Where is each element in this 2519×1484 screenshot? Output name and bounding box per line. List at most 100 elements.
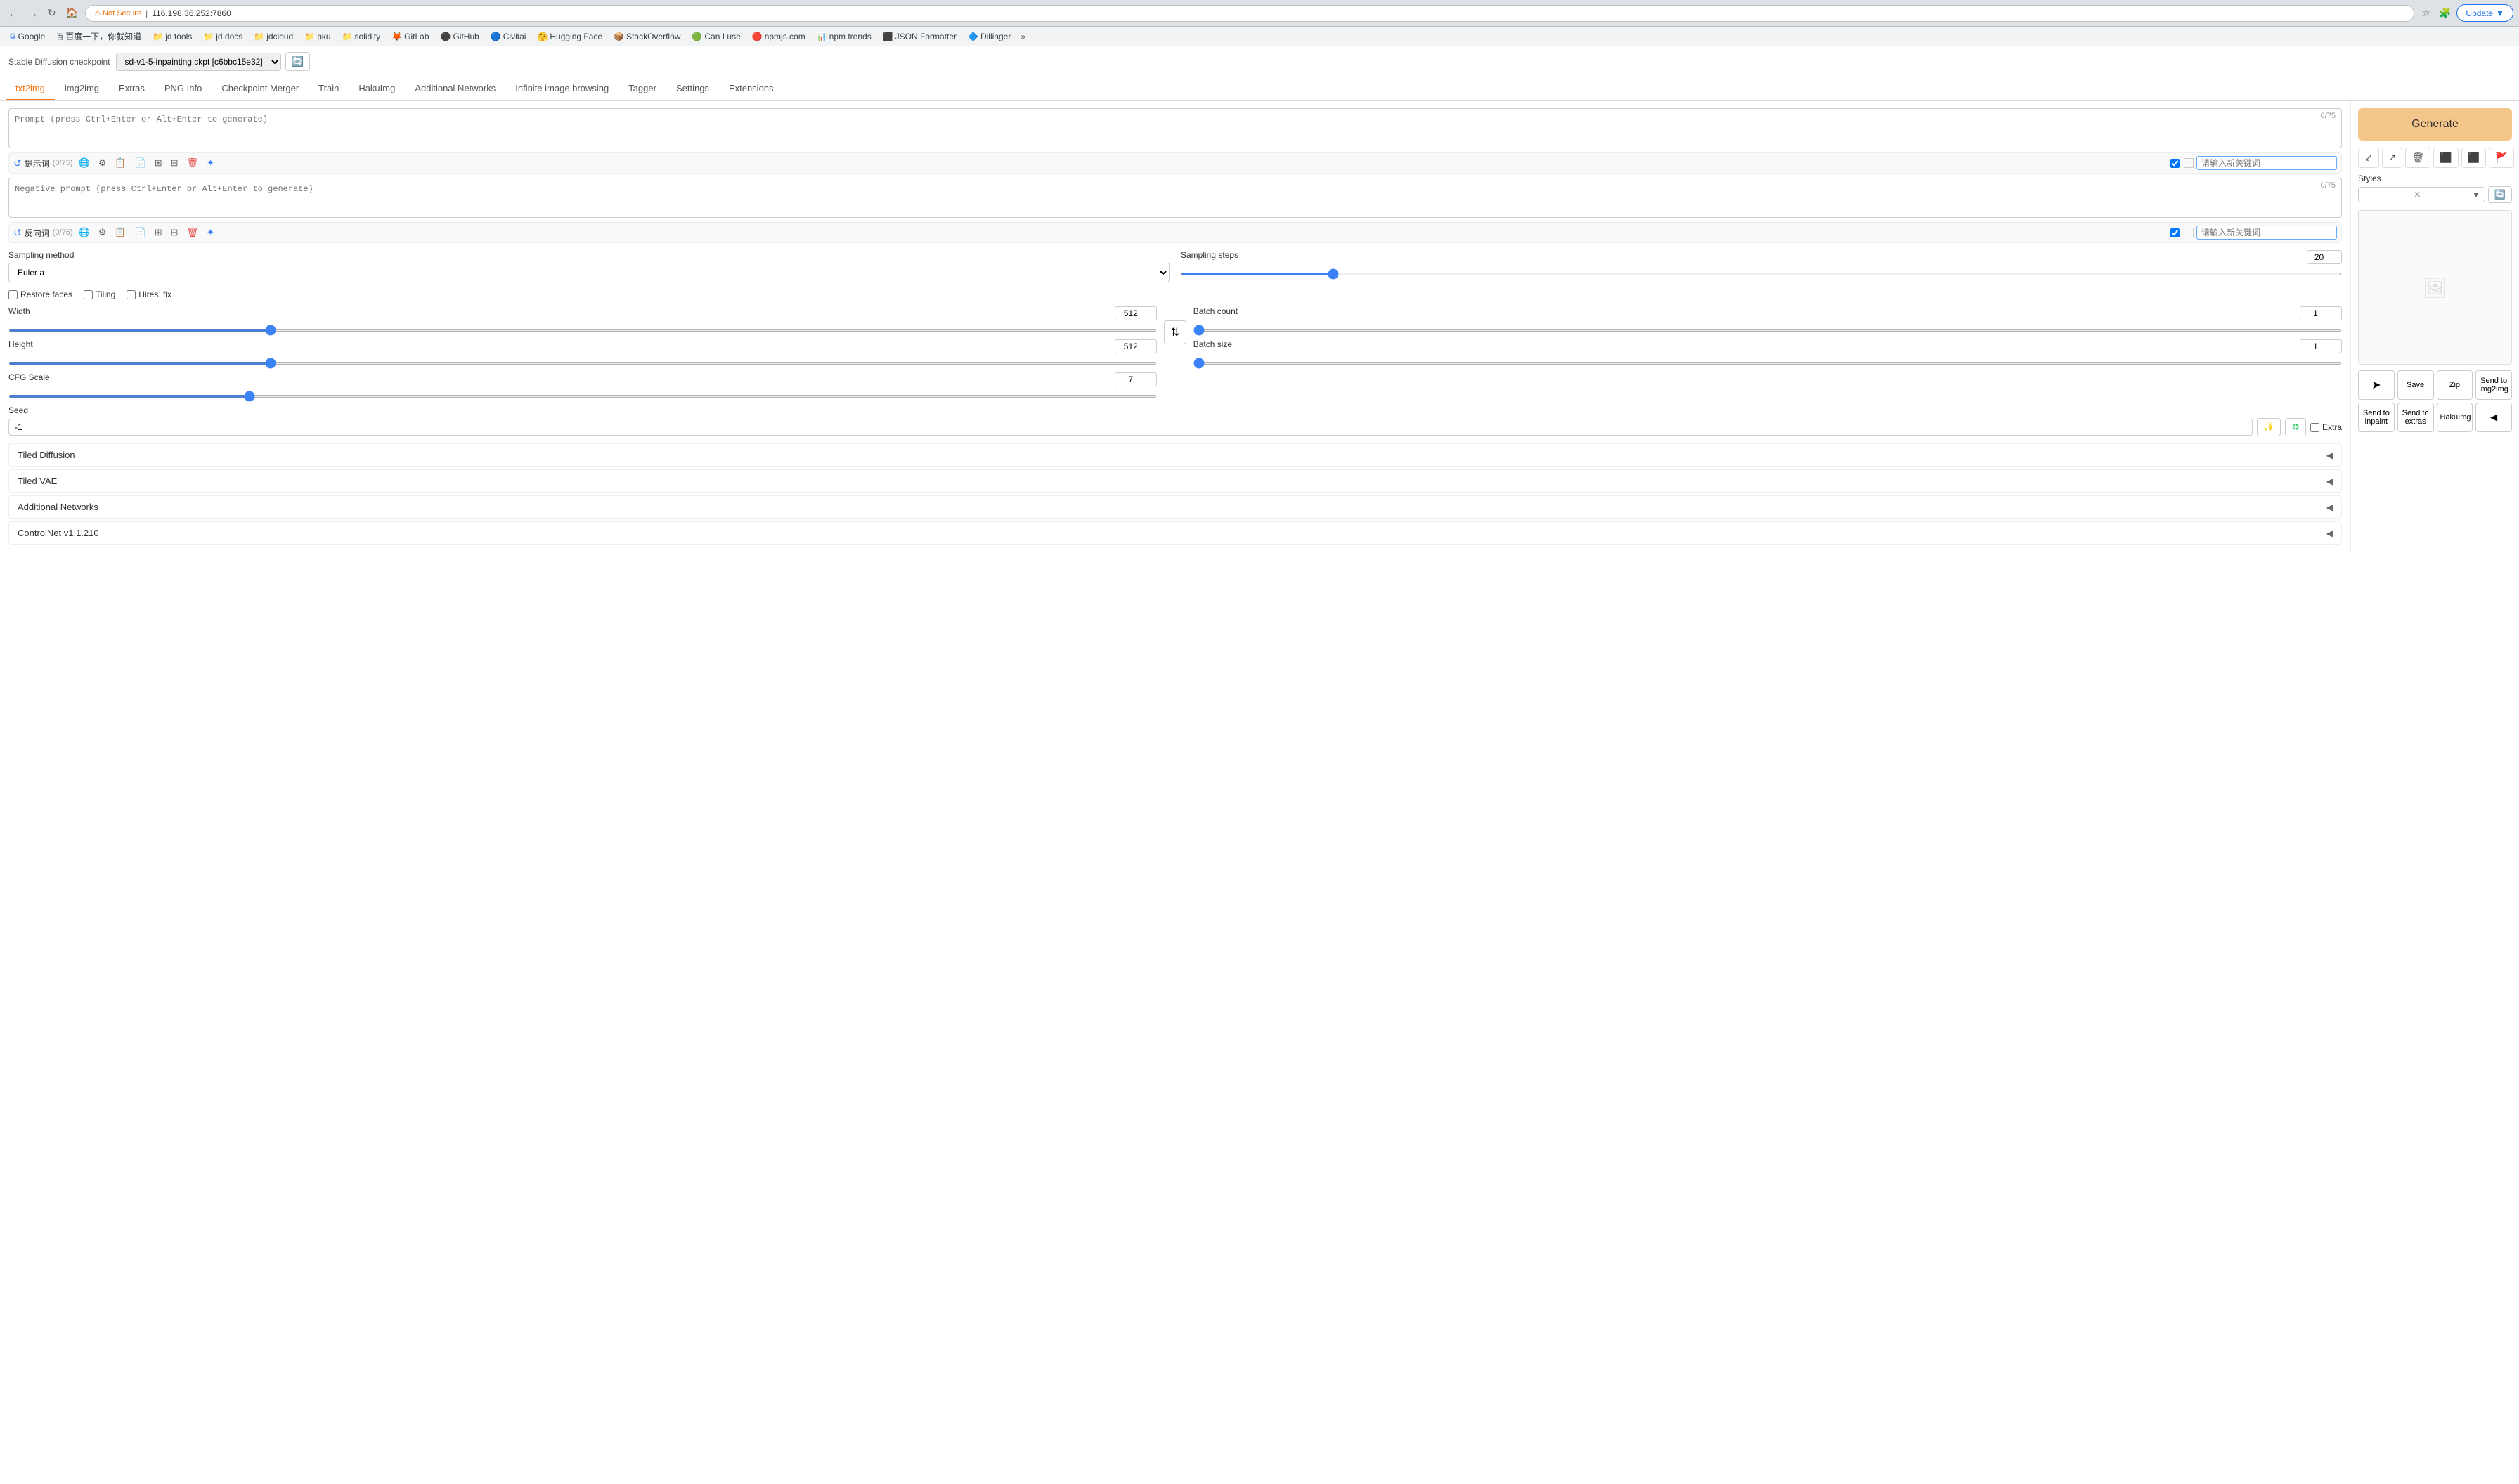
prompt-globe-btn[interactable]: 🌐: [76, 156, 93, 170]
negative-star-btn[interactable]: ✦: [204, 226, 217, 240]
sampling-method-select[interactable]: Euler a Euler LMS Heun DPM2: [8, 263, 1170, 282]
tab-hakuimg[interactable]: HakuImg: [349, 77, 405, 100]
bookmark-huggingface[interactable]: 🤗 Hugging Face: [533, 30, 607, 43]
dark-btn[interactable]: ⬛: [2461, 148, 2486, 168]
bookmark-google[interactable]: G Google: [6, 30, 49, 43]
swap-dimensions-btn[interactable]: ⇅: [1164, 320, 1186, 344]
negative-copy-btn[interactable]: 📋: [112, 226, 129, 240]
width-input[interactable]: [1115, 306, 1157, 320]
restore-faces-checkbox[interactable]: Restore faces: [8, 289, 72, 299]
star-button[interactable]: ☆: [2418, 4, 2433, 22]
tiling-input[interactable]: [84, 290, 93, 299]
tab-infinite-browsing[interactable]: Infinite image browsing: [505, 77, 619, 100]
bookmark-pku[interactable]: 📁 pku: [300, 30, 335, 43]
back-button[interactable]: ←: [6, 5, 21, 22]
negative-enable-checkbox[interactable]: [2170, 228, 2180, 237]
tiling-checkbox[interactable]: Tiling: [84, 289, 115, 299]
batch-size-slider[interactable]: [1193, 362, 2342, 365]
cfg-scale-slider[interactable]: [8, 395, 1157, 398]
height-input[interactable]: [1115, 339, 1157, 353]
negative-gear-btn[interactable]: ⚙: [96, 226, 110, 240]
prompt-gear-btn[interactable]: ⚙: [96, 156, 110, 170]
tab-train[interactable]: Train: [309, 77, 349, 100]
home-button[interactable]: 🏠: [63, 4, 81, 22]
prompt-input[interactable]: [9, 109, 2341, 145]
bookmark-json-formatter[interactable]: ⬛ JSON Formatter: [879, 30, 961, 43]
reload-button[interactable]: ↻: [45, 4, 59, 22]
accordion-tiled-diffusion-header[interactable]: Tiled Diffusion ◀: [9, 444, 2341, 466]
width-slider[interactable]: [8, 329, 1157, 332]
prompt-delete-btn[interactable]: 🗑: [184, 156, 202, 170]
seed-input[interactable]: [8, 419, 2253, 436]
tab-additional-networks[interactable]: Additional Networks: [405, 77, 505, 100]
prompt-star-btn[interactable]: ✦: [204, 156, 217, 170]
generate-button[interactable]: Generate: [2358, 108, 2512, 141]
negative-paste-btn[interactable]: 📄: [132, 226, 149, 240]
action-hakuimg-btn[interactable]: HakuImg: [2437, 403, 2473, 432]
restore-faces-input[interactable]: [8, 290, 18, 299]
action-collapse-btn[interactable]: ◀: [2475, 403, 2512, 432]
batch-size-input[interactable]: [2300, 339, 2342, 353]
negative-extra-btn[interactable]: ⊞: [152, 226, 165, 240]
prompt-keyword-input[interactable]: [2196, 156, 2337, 170]
extensions-button[interactable]: 🧩: [2436, 4, 2454, 22]
negative-keyword-input[interactable]: [2196, 226, 2337, 240]
seed-recycle-btn[interactable]: ♻: [2285, 418, 2306, 436]
bookmark-npm-trends[interactable]: 📊 npm trends: [812, 30, 876, 43]
bookmark-civitai[interactable]: 🔵 Civitai: [486, 30, 531, 43]
accordion-controlnet-header[interactable]: ControlNet v1.1.210 ◀: [9, 522, 2341, 544]
bookmark-baidu[interactable]: 百 百度一下，你就知道: [52, 29, 145, 44]
negative-duplicate-btn[interactable]: ⊟: [168, 226, 181, 240]
hires-fix-checkbox[interactable]: Hires. fix: [127, 289, 171, 299]
prompt-enable-checkbox[interactable]: [2170, 159, 2180, 168]
address-bar[interactable]: ⚠ Not Secure | 116.198.36.252:7860: [85, 5, 2414, 22]
styles-chevron-icon[interactable]: ▼: [2472, 190, 2480, 200]
accordion-tiled-vae-header[interactable]: Tiled VAE ◀: [9, 470, 2341, 492]
checkpoint-refresh-btn[interactable]: 🔄: [285, 52, 310, 71]
negative-delete-btn[interactable]: 🗑: [184, 226, 202, 240]
styles-dropdown[interactable]: ✕ ▼: [2358, 187, 2485, 202]
styles-refresh-btn[interactable]: 🔄: [2488, 186, 2512, 203]
checkpoint-select[interactable]: sd-v1-5-inpainting.ckpt [c6bbc15e32]: [116, 53, 281, 71]
action-send-img2img-btn[interactable]: Send to img2img: [2475, 370, 2512, 400]
arrow-up-right-btn[interactable]: ↗: [2382, 148, 2403, 168]
prompt-duplicate-btn[interactable]: ⊟: [168, 156, 181, 170]
tab-checkpoint-merger[interactable]: Checkpoint Merger: [212, 77, 309, 100]
bookmark-stackoverflow[interactable]: 📦 StackOverflow: [609, 30, 685, 43]
bookmarks-more[interactable]: »: [1018, 30, 1028, 43]
action-send-back-btn[interactable]: ➤: [2358, 370, 2395, 400]
bookmark-gitlab[interactable]: 🦊 GitLab: [387, 30, 433, 43]
tab-tagger[interactable]: Tagger: [619, 77, 666, 100]
prompt-paste-btn[interactable]: 📄: [132, 156, 149, 170]
bookmark-npmjs[interactable]: 🔴 npmjs.com: [748, 30, 810, 43]
batch-count-input[interactable]: [2300, 306, 2342, 320]
bookmark-jd-tools[interactable]: 📁 jd tools: [148, 30, 196, 43]
styles-clear-icon[interactable]: ✕: [2414, 190, 2421, 200]
action-send-extras-btn[interactable]: Send to extras: [2397, 403, 2434, 432]
bookmark-solidity[interactable]: 📁 solidity: [338, 30, 385, 43]
flag-btn[interactable]: 🚩: [2489, 148, 2513, 168]
tab-extensions[interactable]: Extensions: [719, 77, 784, 100]
red-btn[interactable]: ⬛: [2433, 148, 2458, 168]
cfg-scale-input[interactable]: [1115, 372, 1157, 386]
bookmark-jdcloud[interactable]: 📁 jdcloud: [250, 30, 297, 43]
tab-txt2img[interactable]: txt2img: [6, 77, 55, 100]
batch-count-slider[interactable]: [1193, 329, 2342, 332]
extra-checkbox-input[interactable]: [2310, 423, 2319, 432]
bookmark-caniuse[interactable]: 🟢 Can I use: [687, 30, 744, 43]
action-save-btn[interactable]: Save: [2397, 370, 2434, 400]
height-slider[interactable]: [8, 362, 1157, 365]
prompt-copy-btn[interactable]: 📋: [112, 156, 129, 170]
tab-extras[interactable]: Extras: [109, 77, 155, 100]
tab-settings[interactable]: Settings: [666, 77, 719, 100]
sampling-steps-slider[interactable]: [1181, 273, 2342, 275]
prompt-extra-btn[interactable]: ⊞: [152, 156, 165, 170]
accordion-additional-networks-header[interactable]: Additional Networks ◀: [9, 496, 2341, 518]
action-send-inpaint-btn[interactable]: Send to inpaint: [2358, 403, 2395, 432]
negative-prompt-input[interactable]: [9, 178, 2341, 215]
seed-magic-btn[interactable]: ✨: [2257, 418, 2281, 436]
bookmark-github[interactable]: ⚫ GitHub: [436, 30, 484, 43]
delete-btn[interactable]: 🗑: [2405, 148, 2430, 168]
tab-img2img[interactable]: img2img: [55, 77, 109, 100]
negative-globe-btn[interactable]: 🌐: [76, 226, 93, 240]
